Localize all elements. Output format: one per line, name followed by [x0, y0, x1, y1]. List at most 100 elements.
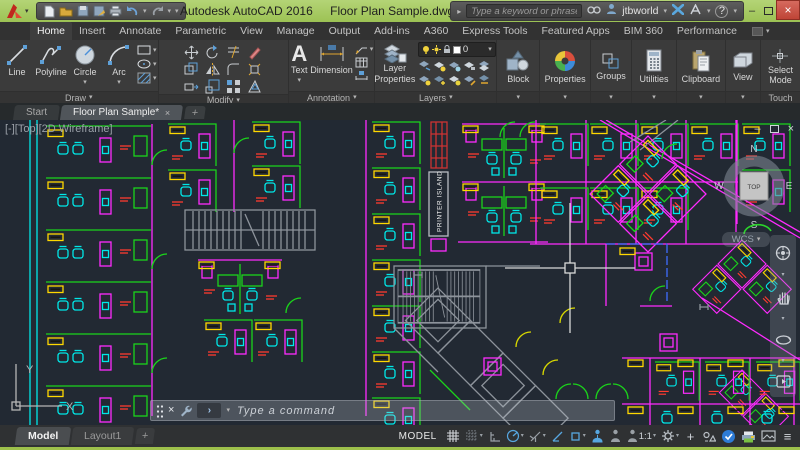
- osnap-toggle[interactable]: ▾: [567, 427, 588, 445]
- layer-current-button[interactable]: [463, 73, 478, 87]
- new-drawing-tab-button[interactable]: +: [184, 106, 206, 119]
- arc-button[interactable]: Arc▾: [103, 42, 135, 86]
- utilities-panel[interactable]: Utilities ▾: [632, 40, 677, 103]
- command-prompt-icon[interactable]: ›: [197, 403, 221, 418]
- groups-panel[interactable]: Groups ▾: [591, 40, 632, 103]
- search-binoculars-icon[interactable]: [587, 2, 601, 20]
- view-panel[interactable]: View ▾: [726, 40, 761, 103]
- command-input[interactable]: [235, 404, 609, 418]
- command-customize-wrench-icon[interactable]: [179, 404, 192, 417]
- layer-dropdown[interactable]: 0 ▾: [418, 42, 496, 57]
- dimension-button[interactable]: Dimension: [310, 42, 353, 76]
- polar-tracking-toggle[interactable]: ▾: [504, 427, 526, 445]
- open-file-icon[interactable]: [59, 5, 73, 17]
- signed-in-user[interactable]: jtbworld: [622, 5, 658, 17]
- leader-button[interactable]: ▾: [355, 44, 374, 55]
- line-button[interactable]: Line: [1, 42, 33, 78]
- explode-button[interactable]: [245, 61, 265, 77]
- erase-button[interactable]: [245, 44, 265, 60]
- viewcube-west[interactable]: W: [714, 181, 724, 192]
- annotation-panel-title[interactable]: Annotation▾: [289, 91, 374, 103]
- redo-icon[interactable]: [151, 5, 164, 17]
- window-minimize-button[interactable]: –: [744, 3, 760, 18]
- layer-lock-button[interactable]: [463, 59, 478, 73]
- save-as-icon[interactable]: [93, 5, 105, 17]
- ellipse-tool-button[interactable]: ▾: [137, 58, 157, 70]
- share-caret-icon[interactable]: ▾: [707, 8, 711, 15]
- otrack-toggle[interactable]: [549, 427, 566, 445]
- plot-status-button[interactable]: [739, 427, 758, 445]
- file-tab-start[interactable]: Start: [13, 105, 60, 120]
- ribbon-tab-annotate[interactable]: Annotate: [112, 22, 168, 40]
- navigation-wheel-icon[interactable]: [775, 245, 791, 261]
- isolate-objects-button[interactable]: [700, 427, 718, 445]
- navbar-caret-icon[interactable]: ▾: [781, 316, 784, 322]
- polyline-button[interactable]: Polyline: [35, 42, 67, 78]
- layer-freeze-button[interactable]: [448, 59, 463, 73]
- array-button[interactable]: [224, 78, 244, 94]
- ortho-toggle[interactable]: [486, 427, 503, 445]
- graphics-performance-button[interactable]: [719, 427, 738, 445]
- layer-thaw-button[interactable]: [433, 73, 448, 87]
- fillet-button[interactable]: [224, 61, 244, 77]
- hatch-tool-button[interactable]: ▾: [137, 72, 157, 84]
- a360-share-icon[interactable]: [689, 2, 702, 20]
- mirror-button[interactable]: [203, 61, 223, 77]
- table-button[interactable]: [355, 57, 374, 68]
- customization-menu-button[interactable]: ≡: [779, 427, 796, 445]
- text-button[interactable]: A Text▾: [290, 42, 308, 84]
- ribbon-tab-home[interactable]: Home: [30, 22, 72, 40]
- orbit-icon[interactable]: [775, 333, 792, 347]
- grid-display-toggle[interactable]: [444, 427, 462, 445]
- trim-button[interactable]: [224, 44, 244, 60]
- scale-button[interactable]: [203, 78, 223, 94]
- annotation-visibility-toggle[interactable]: [589, 427, 606, 445]
- viewport-restore-icon[interactable]: [770, 125, 779, 133]
- redo-caret-icon[interactable]: ▾: [168, 8, 172, 15]
- viewcube-north[interactable]: N: [750, 144, 757, 155]
- file-tab-floor-plan[interactable]: Floor Plan Sample* ×: [60, 105, 184, 120]
- ribbon-tab-performance[interactable]: Performance: [670, 22, 744, 40]
- ribbon-tab-addins[interactable]: Add-ins: [367, 22, 417, 40]
- window-close-button[interactable]: ×: [776, 0, 800, 20]
- new-file-icon[interactable]: [43, 5, 55, 18]
- pan-hand-icon[interactable]: [776, 289, 791, 305]
- snap-mode-toggle[interactable]: ▾: [463, 427, 485, 445]
- model-space-button[interactable]: MODEL: [397, 427, 439, 445]
- plot-icon[interactable]: [109, 5, 122, 17]
- file-tab-close-icon[interactable]: ×: [165, 108, 170, 118]
- navbar-caret-icon[interactable]: ▾: [781, 358, 784, 364]
- draw-panel-title[interactable]: Draw▾: [0, 91, 158, 103]
- clipboard-panel[interactable]: Clipboard ▾: [677, 40, 726, 103]
- layer-match-button[interactable]: [418, 59, 433, 73]
- touch-panel[interactable]: SelectMode Touch: [761, 40, 800, 103]
- circle-button[interactable]: Circle▾: [69, 42, 101, 86]
- qat-customize-caret-icon[interactable]: ▾: [175, 8, 179, 15]
- model-tab[interactable]: Model: [15, 427, 72, 445]
- command-line[interactable]: × › ▾: [150, 400, 615, 421]
- infocenter-expand-icon[interactable]: ▸: [457, 7, 461, 16]
- dim-style-button[interactable]: [355, 70, 374, 81]
- block-panel[interactable]: Block ▾: [497, 40, 540, 103]
- window-maximize-button[interactable]: [760, 3, 776, 18]
- move-button[interactable]: [182, 44, 202, 60]
- stretch-button[interactable]: [182, 78, 202, 94]
- recent-commands-caret-icon[interactable]: ▾: [226, 407, 230, 414]
- layer-properties-button[interactable]: LayerProperties: [376, 42, 414, 85]
- user-menu-caret-icon[interactable]: ▾: [663, 8, 667, 15]
- command-line-grip-handle[interactable]: [156, 404, 163, 418]
- command-close-icon[interactable]: ×: [168, 405, 174, 416]
- ribbon-tab-insert[interactable]: Insert: [72, 22, 112, 40]
- layer-walk-button[interactable]: [478, 73, 493, 87]
- undo-caret-icon[interactable]: ▾: [143, 8, 147, 15]
- workspace-switching-button[interactable]: ▾: [659, 427, 681, 445]
- rectangle-tool-button[interactable]: ▾: [137, 44, 157, 56]
- navbar-caret-icon[interactable]: ▾: [781, 272, 784, 278]
- rotate-button[interactable]: [203, 44, 223, 60]
- properties-panel[interactable]: Properties ▾: [540, 40, 591, 103]
- new-layout-button[interactable]: +: [135, 428, 155, 444]
- annotation-autoscale-toggle[interactable]: [607, 427, 624, 445]
- isodraft-toggle[interactable]: ▾: [527, 427, 548, 445]
- layer-states-button[interactable]: [478, 59, 493, 73]
- show-motion-icon[interactable]: [776, 375, 791, 388]
